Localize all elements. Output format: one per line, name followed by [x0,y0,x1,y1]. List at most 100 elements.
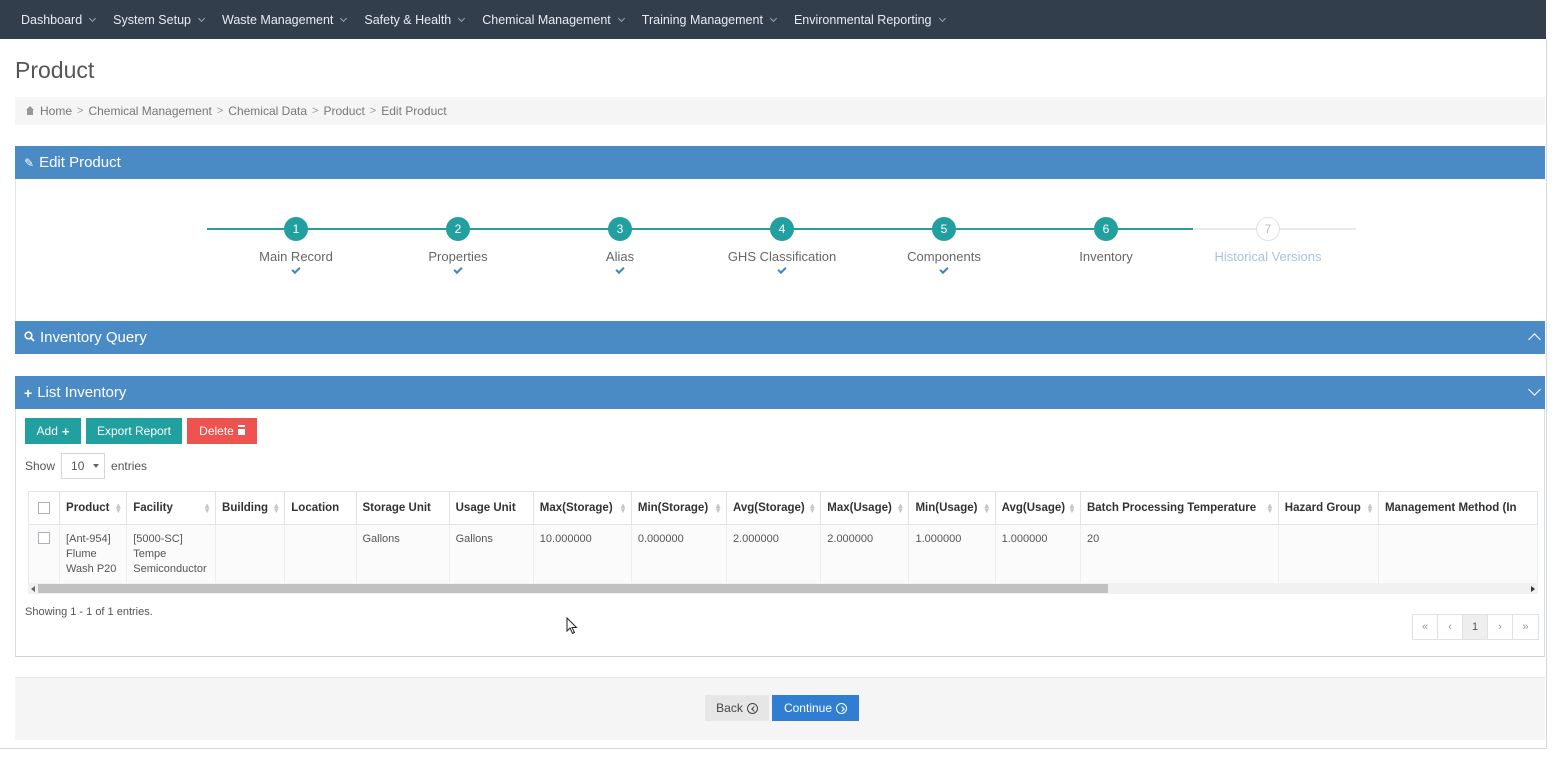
show-label: Show [25,459,56,473]
circle-arrow-left-icon [746,702,758,714]
list-inventory-panel-header[interactable]: + List Inventory [15,376,1545,409]
wizard-step-alias[interactable]: 3 Alias [540,217,700,275]
entries-length-control: Show 10 entries [25,453,147,479]
header-label: Management Method (In [1384,502,1517,514]
breadcrumb-edit-product: Edit Product [381,104,447,118]
nav-label: Dashboard [21,12,83,27]
cell-usage-unit: Gallons [449,524,534,583]
step-label: Alias [605,249,635,264]
nav-environmental-reporting[interactable]: Environmental Reporting [785,0,954,39]
export-report-button[interactable]: Export Report [86,418,182,444]
sort-icon: ▲ ▼ [1366,501,1374,515]
panel-title: Inventory Query [40,329,147,346]
breadcrumb-chemical-management[interactable]: Chemical Management [88,104,211,118]
nav-system-setup[interactable]: System Setup [104,0,213,39]
caret-down-icon [93,464,100,468]
sort-icon: ▲ ▼ [203,501,212,515]
cell-facility: [5000-SC] Tempe Semiconductor [126,524,217,583]
header-label: Batch Processing Temperature [1086,502,1257,514]
chevron-up-icon[interactable] [1528,333,1541,346]
column-header-avg-usage[interactable]: Avg(Usage) ▲ ▼ [995,491,1081,525]
row-checkbox[interactable] [38,532,51,544]
nav-dashboard[interactable]: Dashboard [12,0,104,39]
step-number: 7 [1256,217,1280,241]
sort-icon: ▲ ▼ [618,501,627,515]
step-number: 4 [770,217,794,241]
breadcrumb-home[interactable]: Home [40,104,72,118]
page-first-button[interactable]: « [1413,615,1438,639]
column-header-batch-processing-temperature[interactable]: Batch Processing Temperature ▲ ▼ [1080,491,1279,525]
column-header-min-storage[interactable]: Min(Storage) ▲ ▼ [631,491,727,525]
scroll-left-icon[interactable] [31,586,35,592]
cell-max-usage: 2.000000 [820,524,910,583]
breadcrumb-product[interactable]: Product [323,104,364,118]
step-label: Main Record [259,249,333,264]
export-button-label: Export Report [96,424,172,438]
wizard-step-inventory[interactable]: 6 Inventory [1026,217,1186,264]
sort-icon: ▲ ▼ [1068,501,1076,515]
wizard-step-ghs-classification[interactable]: 4 GHS Classification [702,217,862,275]
column-header-min-usage[interactable]: Min(Usage) ▲ ▼ [908,491,996,525]
wizard-step-main-record[interactable]: 1 Main Record [216,217,376,275]
select-all-checkbox[interactable] [38,502,51,514]
wizard-step-historical-versions[interactable]: 7 Historical Versions [1188,217,1348,264]
column-header-max-usage[interactable]: Max(Usage) ▲ ▼ [820,491,910,525]
breadcrumb-chemical-data[interactable]: Chemical Data [228,104,307,118]
wizard-step-components[interactable]: 5 Components [864,217,1024,275]
breadcrumb-separator: > [312,105,319,117]
nav-label: Safety & Health [364,12,452,27]
nav-label: Environmental Reporting [793,12,932,27]
inventory-table: Product ▲ ▼ Facility ▲ ▼ Building ▲ ▼ Location… [28,491,1538,583]
plus-icon: + [61,423,70,439]
sort-icon: ▲ ▼ [896,501,905,515]
column-header-facility[interactable]: Facility ▲ ▼ [126,491,217,525]
back-button-label: Back [716,701,743,715]
entries-per-page-select[interactable]: 10 [61,453,106,479]
header-label: Min(Usage) [915,502,978,514]
column-header-storage-unit[interactable]: Storage Unit [356,491,450,525]
cell-avg-usage: 1.000000 [995,524,1081,583]
column-header-avg-storage[interactable]: Avg(Storage) ▲ ▼ [726,491,822,525]
continue-button[interactable]: Continue [772,695,859,721]
circle-arrow-right-icon [836,702,848,714]
page-last-button[interactable]: » [1513,615,1538,639]
inventory-query-panel-header[interactable]: Inventory Query [15,321,1545,354]
column-header-max-storage[interactable]: Max(Storage) ▲ ▼ [533,491,632,525]
add-button-label: Add [36,424,58,438]
column-header-usage-unit[interactable]: Usage Unit [449,491,534,525]
cell-product: [Ant-954] Flume Wash P20 [59,524,128,583]
table-info-text: Showing 1 - 1 of 1 entries. [25,606,153,618]
cell-hazard-group [1278,524,1379,583]
scrollbar-thumb[interactable] [38,584,1108,593]
header-label: Max(Usage) [827,502,892,514]
column-header-product[interactable]: Product ▲ ▼ [59,491,128,525]
cell-min-storage: 0.000000 [631,524,727,583]
back-button[interactable]: Back [705,695,769,721]
cell-building [215,524,286,583]
scroll-right-icon[interactable] [1531,586,1535,592]
wizard-step-properties[interactable]: 2 Properties [378,217,538,275]
delete-button[interactable]: Delete [187,418,257,444]
add-button[interactable]: Add + [25,418,81,444]
pencil-icon: ✎ [24,155,35,170]
nav-waste-management[interactable]: Waste Management [213,0,355,39]
cell-avg-storage: 2.000000 [726,524,822,583]
page-next-button[interactable]: › [1488,615,1513,639]
column-header-hazard-group[interactable]: Hazard Group ▲ ▼ [1278,491,1379,525]
column-header-management-method[interactable]: Management Method (In [1378,491,1538,525]
header-label: Avg(Usage) [1001,502,1066,514]
sort-icon: ▲ ▼ [714,501,722,515]
page-prev-button[interactable]: ‹ [1438,615,1463,639]
horizontal-scrollbar[interactable] [28,583,1538,594]
nav-chemical-management[interactable]: Chemical Management [473,0,633,39]
chevron-down-icon[interactable] [1528,383,1541,396]
nav-safety-health[interactable]: Safety & Health [355,0,473,39]
nav-training-management[interactable]: Training Management [633,0,785,39]
page-current-button[interactable]: 1 [1463,615,1488,639]
column-header-location[interactable]: Location [284,491,357,525]
header-label: Storage Unit [362,502,431,514]
step-number: 1 [284,217,308,241]
column-header-building[interactable]: Building ▲ ▼ [215,491,286,525]
table-row[interactable]: [Ant-954] Flume Wash P20 [5000-SC] Tempe… [29,524,1538,583]
header-label: Usage Unit [455,502,516,514]
